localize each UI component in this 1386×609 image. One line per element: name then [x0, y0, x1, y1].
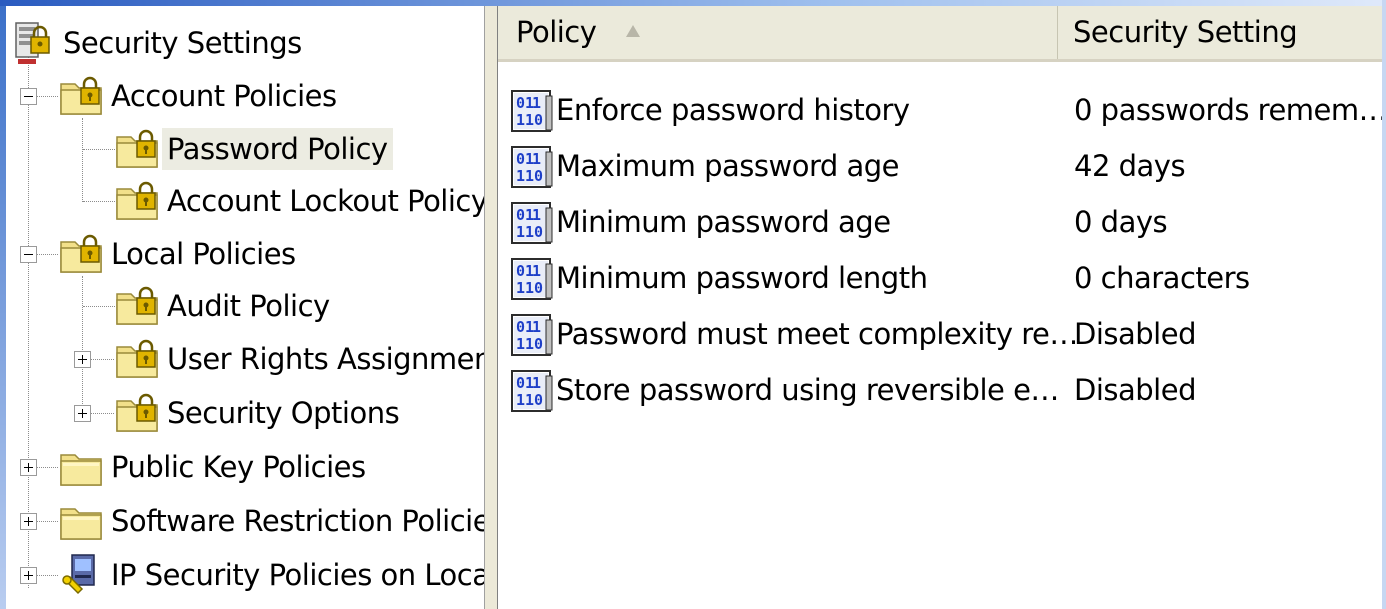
policy-setting: Disabled: [1074, 373, 1196, 407]
tree-item-public-key-policies[interactable]: Public Key Policies: [58, 442, 371, 492]
policy-folder-icon: [114, 177, 162, 225]
security-settings-icon: [10, 19, 58, 67]
policy-item-icon: [508, 88, 554, 134]
tree-connector: [36, 254, 58, 255]
policy-name: Minimum password age: [556, 205, 891, 239]
tree-item-security-options[interactable]: Security Options: [114, 388, 404, 438]
policy-item-icon: [508, 144, 554, 190]
tree-connector: [82, 276, 83, 416]
policy-item-icon: [508, 312, 554, 358]
pane-splitter[interactable]: [484, 6, 498, 609]
sort-ascending-icon: [626, 25, 641, 37]
policy-row[interactable]: Minimum password age 0 days: [498, 194, 1386, 250]
list-header: Policy Security Setting: [498, 6, 1386, 62]
ip-security-icon: [58, 551, 106, 599]
policy-item-icon: [508, 368, 554, 414]
console-tree[interactable]: Security Settings Account Policies Passw…: [6, 6, 484, 609]
folder-icon: [58, 443, 106, 491]
policy-row[interactable]: Enforce password history 0 passwords rem…: [498, 82, 1386, 138]
policy-folder-icon: [114, 335, 162, 383]
policy-setting: 0 passwords remem…: [1074, 93, 1386, 127]
policy-setting: 0 characters: [1074, 261, 1250, 295]
policy-name: Store password using reversible e…: [556, 373, 1059, 407]
tree-connector: [90, 413, 114, 414]
tree-item-local-policies[interactable]: Local Policies: [58, 229, 301, 279]
tree-item-label: Public Key Policies: [111, 450, 366, 484]
tree-item-label: Account Policies: [111, 79, 337, 113]
policy-folder-icon: [114, 125, 162, 173]
tree-item-label: Account Lockout Policy: [167, 184, 484, 218]
policy-row[interactable]: Store password using reversible e… Disab…: [498, 362, 1386, 418]
policy-row[interactable]: Password must meet complexity re… Disabl…: [498, 306, 1386, 362]
tree-connector: [90, 359, 114, 360]
policy-row[interactable]: Minimum password length 0 characters: [498, 250, 1386, 306]
collapse-toggle-local-policies[interactable]: [20, 246, 37, 263]
tree-item-security-settings[interactable]: Security Settings: [10, 18, 307, 68]
tree-connector: [36, 521, 58, 522]
expand-toggle-software-restriction[interactable]: [20, 513, 37, 530]
tree-item-label: Security Settings: [63, 26, 302, 60]
tree-item-password-policy[interactable]: Password Policy: [114, 124, 393, 174]
policy-setting: 0 days: [1074, 205, 1168, 239]
expand-toggle-ip-security[interactable]: [20, 567, 37, 584]
policy-item-icon: [508, 256, 554, 302]
tree-item-label-selected: Password Policy: [162, 128, 393, 170]
tree-item-label: Audit Policy: [167, 289, 330, 323]
tree-item-account-policies[interactable]: Account Policies: [58, 71, 342, 121]
tree-item-audit-policy[interactable]: Audit Policy: [114, 281, 335, 331]
details-list[interactable]: Policy Security Setting Enforce password…: [498, 6, 1386, 609]
column-header-security-setting[interactable]: Security Setting: [1058, 6, 1386, 59]
tree-item-label: User Rights Assignmen: [167, 342, 484, 376]
tree-connector: [36, 575, 58, 576]
tree-connector: [83, 201, 115, 202]
tree-item-label: Local Policies: [111, 237, 296, 271]
tree-connector: [28, 52, 29, 588]
policy-folder-icon: [58, 72, 106, 120]
policy-name: Minimum password length: [556, 261, 928, 295]
policy-setting: Disabled: [1074, 317, 1196, 351]
policy-name: Enforce password history: [556, 93, 910, 127]
tree-connector: [82, 118, 83, 202]
policy-folder-icon: [114, 389, 162, 437]
policy-folder-icon: [114, 282, 162, 330]
expand-toggle-user-rights[interactable]: [74, 351, 91, 368]
tree-item-software-restriction-policies[interactable]: Software Restriction Policie: [58, 496, 484, 546]
policy-folder-icon: [58, 230, 106, 278]
folder-icon: [58, 497, 106, 545]
policy-name: Password must meet complexity re…: [556, 317, 1078, 351]
column-header-label: Policy: [516, 15, 597, 49]
collapse-toggle-account-policies[interactable]: [20, 88, 37, 105]
tree-item-user-rights-assignment[interactable]: User Rights Assignmen: [114, 334, 484, 384]
policy-name: Maximum password age: [556, 149, 900, 183]
tree-item-label: IP Security Policies on Loca: [111, 558, 484, 592]
tree-item-label: Software Restriction Policie: [111, 504, 484, 538]
tree-connector: [83, 306, 115, 307]
window-edge-right: [1382, 0, 1386, 609]
policy-item-icon: [508, 200, 554, 246]
tree-connector: [83, 149, 115, 150]
tree-connector: [36, 467, 58, 468]
tree-connector: [36, 96, 58, 97]
tree-item-account-lockout-policy[interactable]: Account Lockout Policy: [114, 176, 484, 226]
tree-item-label: Security Options: [167, 396, 400, 430]
expand-toggle-security-options[interactable]: [74, 405, 91, 422]
policy-row[interactable]: Maximum password age 42 days: [498, 138, 1386, 194]
expand-toggle-public-key[interactable]: [20, 459, 37, 476]
policy-setting: 42 days: [1074, 149, 1186, 183]
column-header-policy[interactable]: Policy: [498, 6, 1058, 59]
tree-item-ip-security-policies[interactable]: IP Security Policies on Loca: [58, 550, 484, 600]
column-header-label: Security Setting: [1073, 15, 1298, 49]
